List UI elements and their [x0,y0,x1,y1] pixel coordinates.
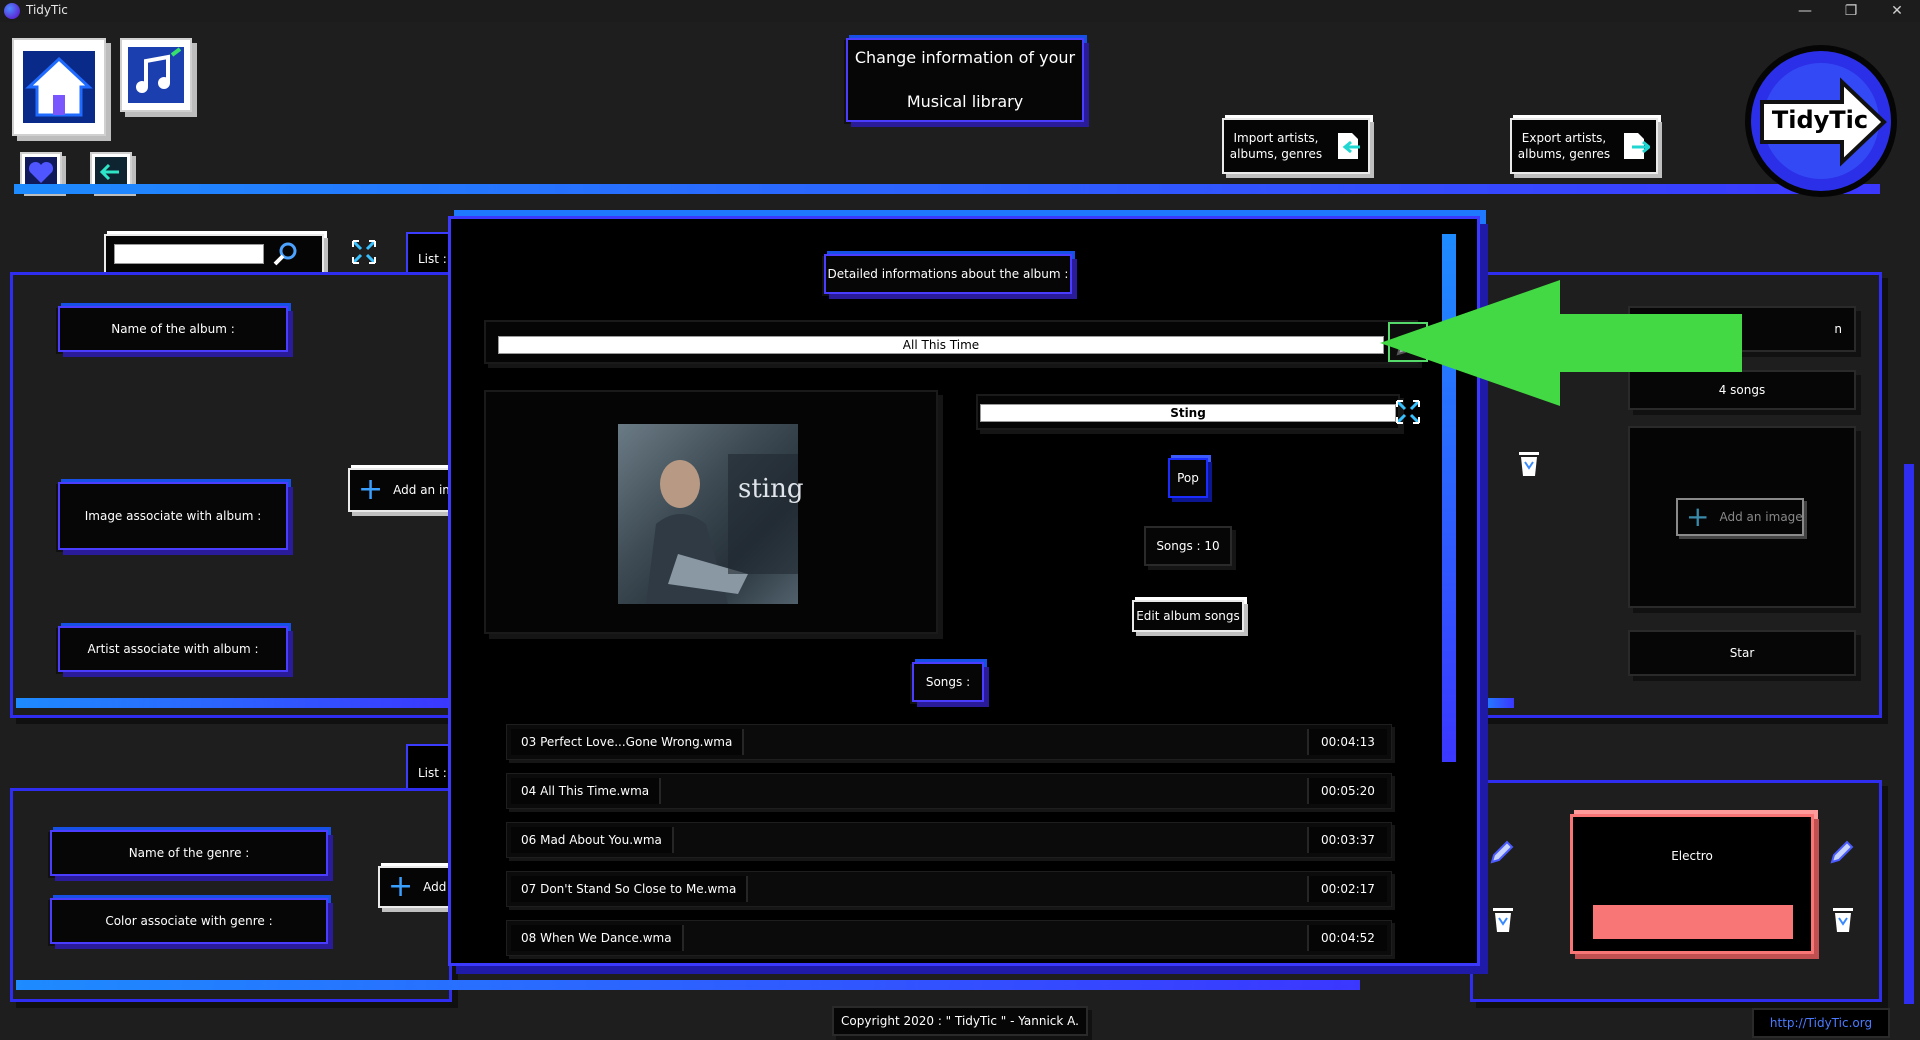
song-duration: 00:02:17 [1307,876,1387,902]
tidytic-logo: TidyTic [1742,42,1900,200]
genre-color-label: Color associate with genre : [50,898,328,944]
heart-icon [25,157,57,187]
modal-heading: Detailed informations about the album : [824,254,1072,294]
genre-add-label: Add [423,880,447,894]
artist-input[interactable]: Sting [980,404,1396,422]
song-name: 03 Perfect Love...Gone Wrong.wma [511,729,745,755]
genre-name-label: Name of the genre : [50,830,328,876]
album-name-label: Name of the album : [58,306,288,352]
song-row[interactable]: 07 Don't Stand So Close to Me.wma 00:02:… [506,871,1392,907]
trash-icon[interactable] [1830,904,1856,934]
home-button[interactable] [12,38,106,136]
app-logo-icon [4,3,20,19]
search-input[interactable] [114,244,264,264]
song-name: 04 All This Time.wma [511,778,662,804]
window-title: TidyTic [26,3,68,17]
plus-icon: + [388,869,414,904]
home-icon [23,51,95,123]
songs-count-badge: Songs : 10 [1144,526,1232,566]
page-title: Change information of your Musical libra… [846,38,1084,122]
right-add-image-button[interactable]: + Add an image [1676,498,1804,536]
export-file-icon [1624,133,1651,159]
song-row[interactable]: 04 All This Time.wma 00:05:20 [506,773,1392,809]
right-artist-box: Star [1628,630,1856,676]
song-name: 07 Don't Stand So Close to Me.wma [511,876,749,902]
album-panel-scrollbar[interactable] [16,698,452,708]
right-panel-scrollbar[interactable] [1480,698,1514,708]
green-arrow-icon [1380,280,1742,406]
album-cover-image: sting [618,424,804,604]
export-label-line1: Export artists, [1521,131,1607,145]
song-duration: 00:04:52 [1307,925,1387,951]
edit-pencil-icon[interactable] [1488,838,1516,866]
song-duration: 00:03:37 [1307,827,1387,853]
minimize-button[interactable]: — [1782,0,1828,22]
genre-badge[interactable]: Pop [1168,458,1208,498]
song-name: 06 Mad About You.wma [511,827,674,853]
music-library-button[interactable] [120,38,192,112]
songs-heading: Songs : [912,662,984,702]
edit-album-songs-button[interactable]: Edit album songs [1132,600,1244,632]
song-row[interactable]: 08 When We Dance.wma 00:04:52 [506,920,1392,956]
import-file-icon [1338,133,1361,159]
expand-icon[interactable] [350,238,378,266]
website-link[interactable]: http://TidyTic.org [1752,1008,1890,1038]
plus-icon: + [1686,500,1710,533]
copyright-text: Copyright 2020 : " TidyTic " - Yannick A… [832,1006,1088,1036]
page-title-line2: Musical library [906,92,1024,111]
import-label-line2: albums, genres [1229,147,1323,161]
album-image-label: Image associate with album : [58,482,288,550]
song-name: 08 When We Dance.wma [511,925,684,951]
genre-add-button[interactable]: + Add [378,866,452,908]
song-row[interactable]: 03 Perfect Love...Gone Wrong.wma 00:04:1… [506,724,1392,760]
title-bar: TidyTic — ❐ ✕ [0,0,1920,22]
music-note-icon [128,47,184,103]
page-title-line1: Change information of your [854,48,1076,67]
maximize-button[interactable]: ❐ [1828,0,1874,22]
album-artist-label: Artist associate with album : [58,626,288,672]
search-icon[interactable] [272,241,298,267]
export-label-line2: albums, genres [1517,147,1611,161]
logo-text: TidyTic [1771,106,1869,134]
genre-card-color-swatch [1593,905,1793,939]
album-add-image-button[interactable]: + Add an image [348,468,476,512]
album-title-input[interactable]: All This Time [498,336,1384,354]
genre-card-name: Electro [1671,849,1713,863]
header-divider [14,184,1880,194]
genre-card[interactable]: Electro [1570,814,1814,954]
song-duration: 00:05:20 [1307,778,1387,804]
export-button[interactable]: Export artists, albums, genres [1510,118,1658,174]
album-cover-art-icon [646,454,798,604]
close-button[interactable]: ✕ [1874,0,1920,22]
edit-pencil-icon[interactable] [1828,838,1856,866]
song-duration: 00:04:13 [1307,729,1387,755]
trash-icon[interactable] [1516,448,1542,478]
page-scrollbar[interactable] [1904,464,1914,1004]
trash-icon[interactable] [1490,904,1516,934]
genre-panel-scrollbar[interactable] [16,980,1360,990]
right-add-image-label: Add an image [1719,510,1803,524]
plus-icon: + [358,472,384,507]
song-row[interactable]: 06 Mad About You.wma 00:03:37 [506,822,1392,858]
album-cover-text: sting [738,474,804,504]
search-box[interactable] [104,234,324,274]
back-arrow-icon [95,157,127,187]
import-label-line1: Import artists, [1233,131,1319,145]
import-button[interactable]: Import artists, albums, genres [1222,118,1370,174]
